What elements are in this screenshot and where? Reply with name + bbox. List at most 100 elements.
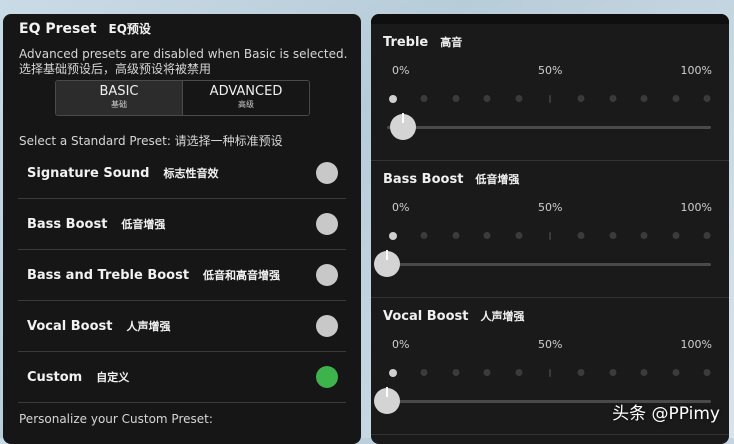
bass-boost-slider-track[interactable] — [374, 250, 711, 277]
preset-custom[interactable]: Custom 自定义 — [18, 352, 346, 403]
slider-tick — [672, 369, 680, 376]
scale-min-label: 0% — [392, 201, 410, 214]
slider-tick — [640, 232, 648, 239]
eq-preset-header: EQ Preset EQ预设 — [19, 20, 151, 37]
vocal-boost-title: Vocal Boost — [383, 309, 469, 324]
slider-tick — [577, 369, 585, 376]
eq-preset-title: EQ Preset — [19, 21, 97, 37]
preset-label: Signature Sound — [27, 165, 150, 181]
advanced-sublabel: 高级 — [238, 99, 254, 109]
slider-tick — [389, 232, 397, 240]
eq-preset-title-zh: EQ预设 — [108, 22, 151, 36]
preset-radio[interactable] — [316, 264, 338, 286]
basic-sublabel: 基础 — [111, 99, 127, 109]
slider-tick — [420, 232, 428, 239]
slider-tick — [609, 369, 617, 376]
watermark: 头条 @PPimy — [612, 404, 720, 424]
slider-tick — [483, 232, 491, 239]
select-preset-label: Select a Standard Preset: 请选择一种标准预设 — [19, 134, 283, 148]
eq-preset-panel: EQ Preset EQ预设 Advanced presets are disa… — [3, 14, 361, 444]
scale-min-label: 0% — [392, 64, 410, 77]
note-zh: 选择基础预设后，高级预设将被禁用 — [19, 62, 212, 76]
slider-tick — [640, 95, 648, 102]
note-en: Advanced presets are disabled when Basic… — [19, 47, 348, 61]
slider-tick — [577, 232, 585, 239]
preset-label: Bass Boost — [27, 216, 108, 232]
personalize-label: Personalize your Custom Preset: — [19, 412, 213, 426]
preset-radio[interactable] — [316, 162, 338, 184]
slider-tick — [483, 95, 491, 102]
preset-label: Custom — [27, 369, 83, 385]
basic-button[interactable]: BASIC 基础 — [56, 81, 183, 115]
scale-min-label: 0% — [392, 338, 410, 351]
vocal-boost-ticks — [389, 368, 711, 378]
slider-tick — [549, 232, 551, 240]
scale-max-label: 100% — [680, 338, 712, 351]
preset-label-zh: 低音增强 — [121, 218, 166, 231]
advanced-label: ADVANCED — [209, 83, 283, 99]
preset-bass-boost[interactable]: Bass Boost 低音增强 — [18, 199, 346, 250]
preset-vocal-boost[interactable]: Vocal Boost 人声增强 — [18, 301, 346, 352]
bass-boost-section: Bass Boost 低音增强 0% 50% 100% — [371, 161, 729, 298]
preset-list: Signature Sound 标志性音效 Bass Boost 低音增强 Ba… — [18, 148, 346, 403]
slider-tick — [609, 95, 617, 102]
preset-label-zh: 自定义 — [96, 371, 130, 384]
bass-boost-title-zh: 低音增强 — [475, 173, 520, 186]
slider-tick — [549, 369, 551, 377]
scale-mid-label: 50% — [538, 201, 563, 214]
bass-boost-scale: 0% 50% 100% — [392, 201, 712, 215]
basic-label: BASIC — [99, 83, 139, 99]
slider-tick — [703, 369, 711, 376]
bass-boost-slider-thumb[interactable] — [374, 250, 400, 277]
slider-tick — [703, 232, 711, 239]
preset-label: Vocal Boost — [27, 318, 113, 334]
scale-max-label: 100% — [680, 201, 712, 214]
basic-advanced-toggle: BASIC 基础 ADVANCED 高级 — [55, 80, 310, 116]
custom-eq-panel: Treble 高音 0% 50% 100% Bass Boost 低音增强 0%… — [371, 14, 729, 444]
slider-tick — [609, 232, 617, 239]
slider-tick — [640, 369, 648, 376]
treble-section: Treble 高音 0% 50% 100% — [371, 24, 729, 161]
slider-tick — [515, 232, 523, 239]
treble-title-zh: 高音 — [440, 36, 463, 49]
slider-tick — [389, 369, 397, 377]
slider-tick — [420, 369, 428, 376]
treble-scale: 0% 50% 100% — [392, 64, 712, 78]
preset-radio[interactable] — [316, 315, 338, 337]
slider-tick — [549, 95, 551, 103]
vocal-boost-slider-thumb[interactable] — [374, 387, 400, 414]
slider-tick — [389, 95, 397, 103]
scale-mid-label: 50% — [538, 338, 563, 351]
preset-label-zh: 标志性音效 — [163, 167, 219, 180]
slider-tick — [452, 369, 460, 376]
treble-title: Treble — [383, 35, 429, 50]
advanced-disabled-note: Advanced presets are disabled when Basic… — [19, 47, 347, 77]
preset-bass-treble-boost[interactable]: Bass and Treble Boost 低音和高音增强 — [18, 250, 346, 301]
slider-tick — [577, 95, 585, 102]
slider-tick — [515, 369, 523, 376]
bass-boost-ticks — [389, 231, 711, 241]
slider-tick — [452, 95, 460, 102]
treble-ticks — [389, 94, 711, 104]
preset-label-zh: 低音和高音增强 — [203, 269, 281, 282]
preset-signature-sound[interactable]: Signature Sound 标志性音效 — [18, 148, 346, 199]
slider-tick — [483, 369, 491, 376]
panel-top-bar — [371, 14, 729, 24]
preset-label: Bass and Treble Boost — [27, 267, 190, 283]
vocal-boost-scale: 0% 50% 100% — [392, 338, 712, 352]
slider-tick — [452, 232, 460, 239]
preset-label-zh: 人声增强 — [126, 320, 171, 333]
slider-tick — [515, 95, 523, 102]
scale-max-label: 100% — [680, 64, 712, 77]
slider-tick — [672, 232, 680, 239]
treble-slider-thumb[interactable] — [390, 113, 417, 140]
treble-slider-track[interactable] — [387, 113, 711, 140]
bass-boost-title: Bass Boost — [383, 172, 464, 187]
vocal-boost-title-zh: 人声增强 — [480, 310, 525, 323]
scale-mid-label: 50% — [538, 64, 563, 77]
advanced-button[interactable]: ADVANCED 高级 — [183, 81, 309, 115]
preset-radio[interactable] — [316, 366, 338, 388]
preset-radio[interactable] — [316, 213, 338, 235]
slider-tick — [672, 95, 680, 102]
slider-tick — [420, 95, 428, 102]
